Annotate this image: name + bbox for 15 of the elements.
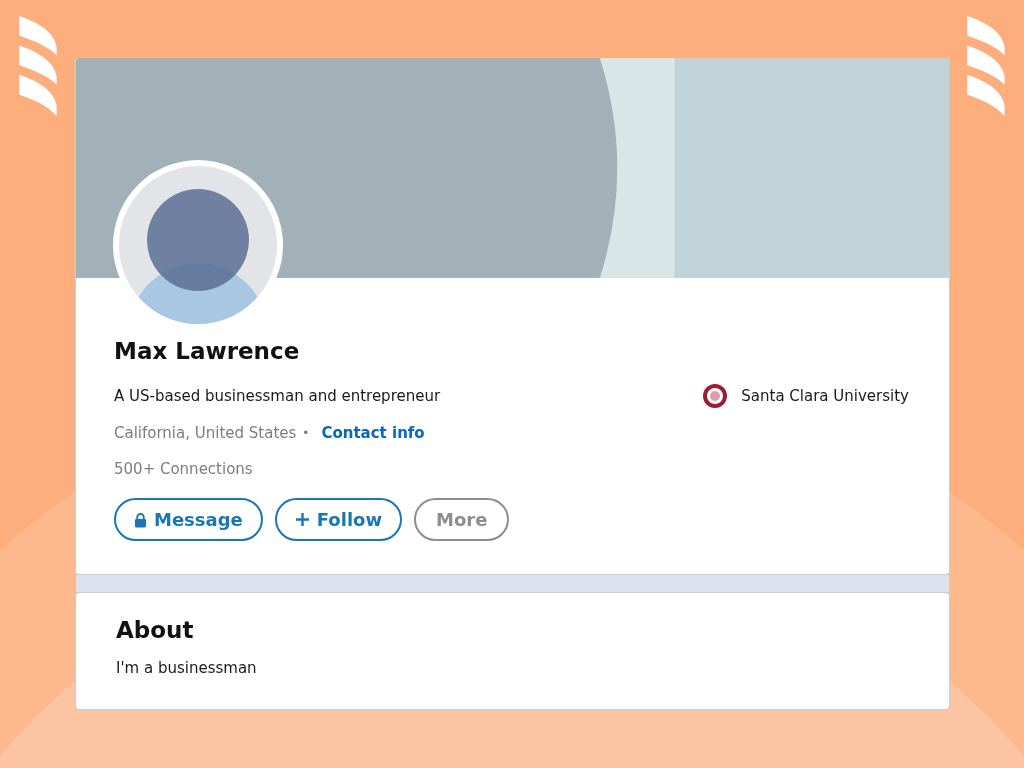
university-seal-icon (703, 384, 728, 408)
profile-name: Max Lawrence (114, 338, 301, 366)
location: California, United States (114, 424, 297, 442)
more-button[interactable]: More (414, 498, 510, 541)
message-button[interactable]: Message (114, 498, 263, 541)
plus-icon (294, 512, 310, 527)
follow-button[interactable]: Follow (274, 498, 403, 541)
contact-info-link[interactable]: Contact info (321, 424, 425, 442)
connections-count: 500+ Connections (114, 460, 254, 478)
about-heading: About (116, 617, 195, 643)
headline: A US-based businessman and entrepreneur (114, 387, 441, 405)
about-text: I'm a businessman (116, 659, 258, 677)
lock-icon (134, 511, 147, 528)
separator: • (302, 426, 310, 440)
school-name: Santa Clara University (741, 387, 909, 405)
